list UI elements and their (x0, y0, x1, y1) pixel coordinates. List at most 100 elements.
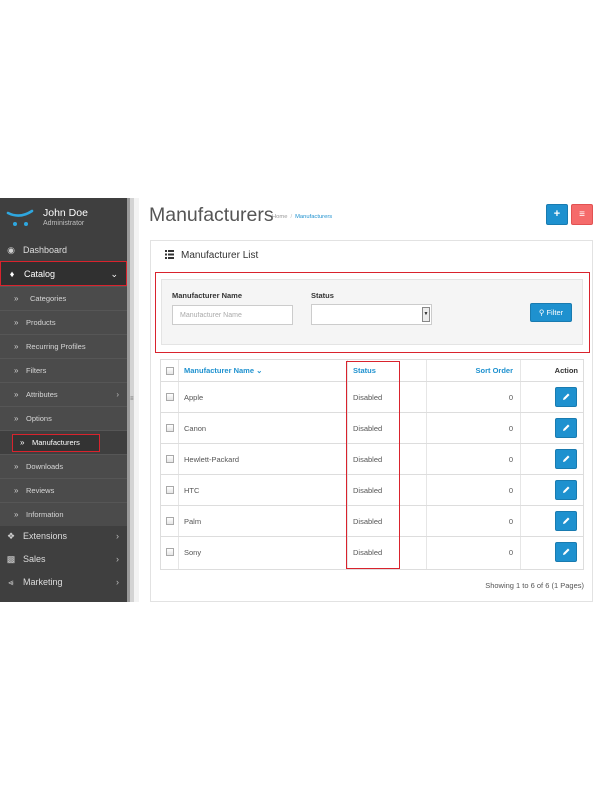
dashboard-icon: ◉ (7, 245, 15, 255)
sidebar-subitem-attributes[interactable]: » Attributes › (0, 382, 127, 406)
user-name: John Doe (43, 207, 88, 219)
sidebar-subitem-label: Reviews (26, 486, 55, 495)
column-header-sort-order[interactable]: Sort Order (475, 360, 513, 381)
edit-button[interactable] (555, 387, 577, 407)
sidebar-subitem-reviews[interactable]: » Reviews (0, 478, 127, 502)
row-checkbox[interactable] (166, 548, 174, 556)
manufacturer-sort-order: 0 (508, 548, 513, 557)
sidebar-item-sales[interactable]: ▩ Sales › (0, 547, 127, 571)
sidebar-subitem-label: Filters (26, 366, 47, 375)
sidebar-item-label: Dashboard (23, 245, 68, 255)
page-title: Manufacturers (149, 204, 274, 226)
puzzle-icon: ❖ (6, 531, 16, 541)
pencil-icon (563, 486, 570, 493)
panel-title: Manufacturer List (181, 250, 259, 261)
tags-icon: ♦ (9, 269, 15, 279)
double-chevron-right-icon: » (14, 462, 19, 471)
double-chevron-right-icon: » (14, 318, 19, 327)
manufacturer-name: HTC (184, 486, 200, 495)
sidebar-subitem-label: Recurring Profiles (26, 342, 86, 351)
double-chevron-right-icon: » (14, 390, 19, 399)
sidebar-subitem-label: Products (26, 318, 56, 327)
trash-icon: ≡ (579, 209, 585, 220)
sidebar-splitter[interactable]: ≡ (127, 198, 139, 602)
plus-icon: + (553, 208, 561, 220)
chevron-down-icon: ⌄ (110, 269, 118, 279)
sidebar-subitem-label: Manufacturers (32, 438, 80, 447)
breadcrumb-home[interactable]: Home (272, 214, 287, 220)
sidebar-subitem-filters[interactable]: » Filters (0, 358, 127, 382)
pencil-icon (563, 517, 570, 524)
manufacturer-sort-order: 0 (508, 486, 513, 495)
opencart-cart-icon (6, 209, 34, 226)
sidebar-item-label: Sales (23, 554, 46, 564)
sidebar-subitem-information[interactable]: » Information (0, 502, 127, 526)
edit-button[interactable] (555, 449, 577, 469)
sidebar-item-label: Marketing (23, 577, 63, 587)
row-checkbox[interactable] (166, 486, 174, 494)
sidebar-item-marketing[interactable]: ⪡ Marketing › (0, 570, 127, 594)
double-chevron-right-icon: » (14, 294, 19, 303)
pagination-summary: Showing 1 to 6 of 6 (1 Pages) (485, 581, 584, 590)
edit-button[interactable] (555, 480, 577, 500)
chevron-down-icon: ⌄ (256, 366, 263, 375)
sidebar-subitem-recurring-profiles[interactable]: » Recurring Profiles (0, 334, 127, 358)
edit-button[interactable] (555, 418, 577, 438)
edit-button[interactable] (555, 511, 577, 531)
column-header-name-label: Manufacturer Name (184, 366, 255, 375)
status-column-highlight (346, 361, 400, 569)
row-checkbox[interactable] (166, 393, 174, 401)
column-header-name[interactable]: Manufacturer Name ⌄ (184, 360, 262, 381)
manufacturer-name: Canon (184, 424, 207, 433)
chevron-right-icon: › (116, 577, 119, 587)
share-icon: ⪡ (8, 577, 14, 587)
add-button[interactable]: + (546, 204, 568, 225)
sidebar-subitem-label: Attributes (26, 390, 58, 399)
manufacturer-name: Sony (184, 548, 202, 557)
sidebar-subitem-label: Information (26, 510, 64, 519)
sidebar-item-catalog[interactable]: ♦ Catalog ⌄ (0, 261, 127, 286)
manufacturer-name: Apple (184, 393, 204, 402)
filter-highlight-frame (155, 272, 590, 353)
sidebar-item-label: Extensions (23, 531, 68, 541)
chevron-right-icon: › (116, 531, 119, 541)
app-window: John Doe Administrator ◉ Dashboard ♦ Cat… (0, 198, 600, 602)
row-checkbox[interactable] (166, 517, 174, 525)
sidebar-subitem-downloads[interactable]: » Downloads (0, 454, 127, 478)
sidebar-subitem-categories[interactable]: » Categories (0, 286, 127, 310)
double-chevron-right-icon: » (14, 414, 19, 423)
column-header-action: Action (554, 366, 578, 375)
sidebar-subitem-label: Downloads (26, 462, 64, 471)
row-checkbox[interactable] (166, 455, 174, 463)
sidebar-subitem-products[interactable]: » Products (0, 310, 127, 334)
breadcrumb-separator: / (290, 214, 293, 220)
sidebar: John Doe Administrator ◉ Dashboard ♦ Cat… (0, 198, 127, 602)
pencil-icon (563, 424, 570, 431)
sidebar-subitem-options[interactable]: » Options (0, 406, 127, 430)
double-chevron-right-icon: » (14, 366, 19, 375)
double-chevron-right-icon: » (14, 486, 19, 495)
double-chevron-right-icon: » (14, 510, 19, 519)
panel-heading: Manufacturer List (151, 241, 592, 271)
cart-icon: ▩ (6, 554, 16, 564)
sidebar-subitem-manufacturers[interactable]: » Manufacturers (0, 430, 127, 454)
sidebar-subitem-label: Options (26, 414, 52, 423)
manufacturer-name: Hewlett-Packard (184, 455, 240, 464)
chevron-right-icon: › (116, 390, 119, 399)
sidebar-item-extensions[interactable]: ❖ Extensions › (0, 524, 127, 548)
user-profile[interactable]: John Doe Administrator (0, 198, 127, 238)
manufacturer-name: Palm (184, 517, 202, 526)
double-chevron-right-icon: » (14, 342, 19, 351)
edit-button[interactable] (555, 542, 577, 562)
row-checkbox[interactable] (166, 424, 174, 432)
sidebar-subitem-label: Categories (30, 294, 67, 303)
sidebar-item-dashboard[interactable]: ◉ Dashboard (0, 238, 127, 262)
breadcrumb-current[interactable]: Manufacturers (295, 214, 332, 220)
select-all-checkbox[interactable] (166, 367, 174, 375)
manufacturer-sort-order: 0 (508, 517, 513, 526)
chevron-right-icon: › (116, 554, 119, 564)
double-chevron-right-icon: » (20, 438, 25, 447)
pencil-icon (563, 455, 570, 462)
delete-button[interactable]: ≡ (571, 204, 593, 225)
pencil-icon (563, 393, 570, 400)
